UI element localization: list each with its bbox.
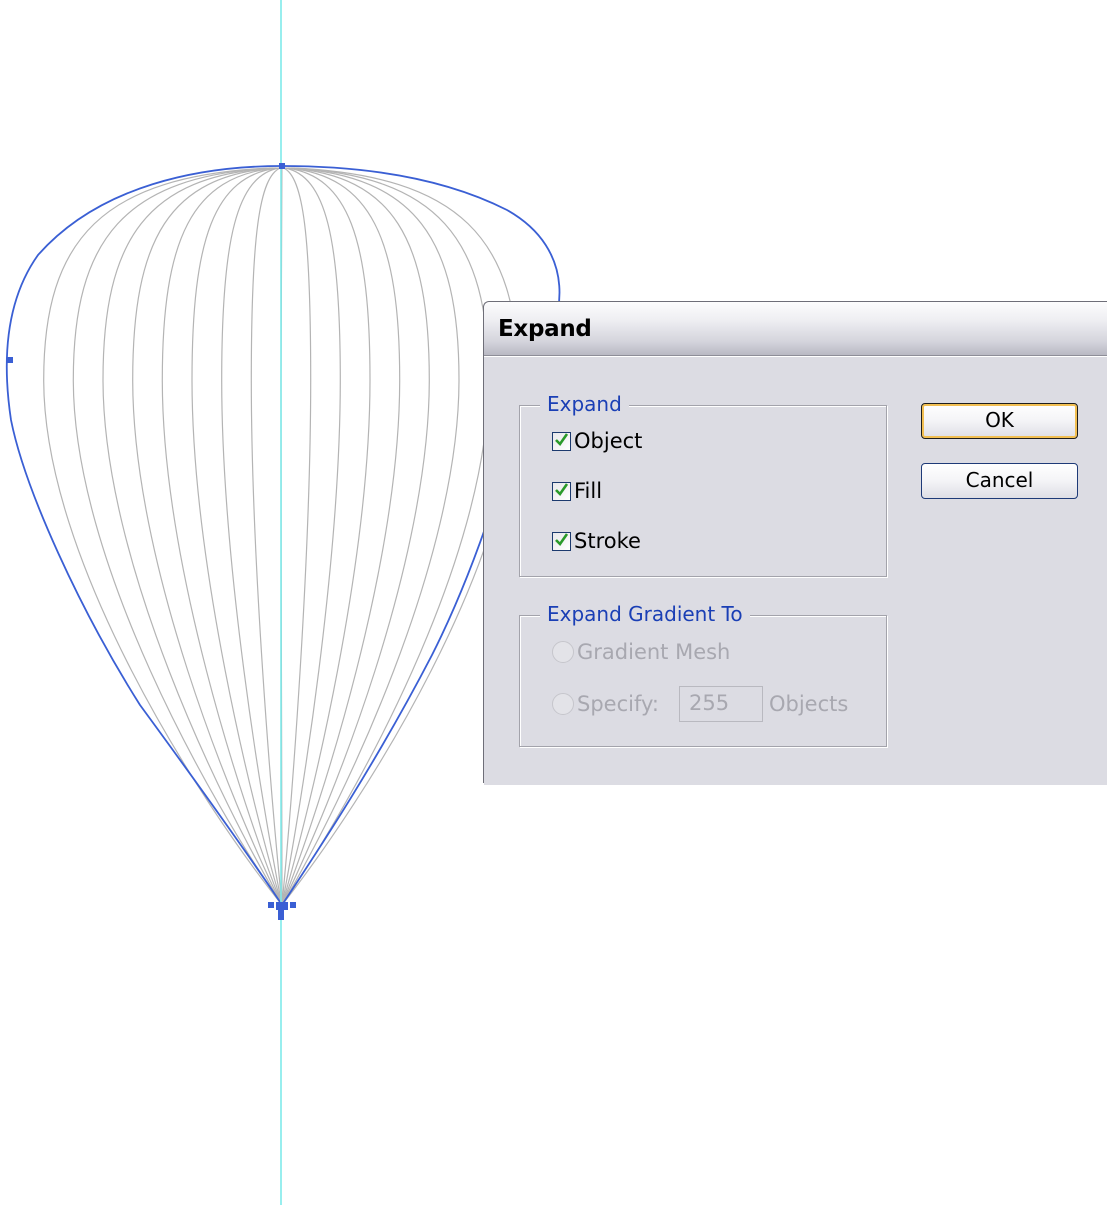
objects-label: Objects — [768, 692, 849, 716]
specify-label: Specify: — [577, 692, 659, 716]
checkmark-icon — [555, 482, 569, 496]
fill-checkbox[interactable] — [552, 481, 571, 501]
gore-line — [132, 167, 283, 906]
stroke-checkbox-label: Stroke — [574, 529, 641, 553]
specify-radio[interactable] — [552, 693, 574, 715]
gore-line — [281, 167, 371, 906]
gradient-mesh-radio[interactable] — [552, 641, 574, 663]
gore-line — [281, 167, 430, 906]
dialog-titlebar[interactable]: Expand — [484, 302, 1107, 356]
anchor-point-bottom-left[interactable] — [268, 902, 274, 908]
anchor-point-top[interactable] — [279, 163, 285, 169]
dialog-body: Expand Object Fill Stroke Expand Gradien… — [484, 356, 1107, 785]
expand-gradient-group-legend: Expand Gradient To — [540, 602, 750, 626]
gore-line — [250, 167, 283, 906]
object-option[interactable]: Object — [552, 428, 642, 454]
fill-option[interactable]: Fill — [552, 478, 602, 504]
gradient-mesh-label: Gradient Mesh — [577, 640, 731, 664]
object-checkbox[interactable] — [552, 431, 571, 451]
anchor-point-bottom[interactable] — [276, 902, 288, 910]
ok-button[interactable]: OK — [921, 403, 1078, 439]
gradient-mesh-option[interactable]: Gradient Mesh — [552, 638, 730, 666]
stroke-checkbox[interactable] — [552, 531, 571, 551]
expand-gradient-group: Expand Gradient To Gradient Mesh Specify… — [519, 602, 887, 747]
dialog-title: Expand — [498, 316, 592, 342]
expand-group-legend: Expand — [540, 392, 629, 416]
cancel-button[interactable]: Cancel — [921, 463, 1078, 499]
anchor-point-bottom-below[interactable] — [278, 910, 284, 920]
stroke-option[interactable]: Stroke — [552, 528, 641, 554]
specify-option[interactable]: Specify: 255 Objects — [552, 686, 849, 722]
gore-line — [281, 167, 312, 906]
balloon-outline-path[interactable] — [5, 165, 561, 907]
anchor-point-left[interactable] — [7, 357, 13, 363]
expand-group: Expand Object Fill Stroke — [519, 392, 887, 577]
checkmark-icon — [555, 532, 569, 546]
fill-checkbox-label: Fill — [574, 479, 603, 503]
checkmark-icon — [555, 432, 569, 446]
gore-line — [161, 167, 283, 906]
expand-dialog: Expand Expand Object Fill Stroke Expand … — [483, 301, 1107, 785]
anchor-point-bottom-right[interactable] — [290, 902, 296, 908]
gore-line — [43, 167, 283, 906]
specify-objects-input[interactable]: 255 — [678, 686, 763, 722]
object-checkbox-label: Object — [574, 429, 643, 453]
